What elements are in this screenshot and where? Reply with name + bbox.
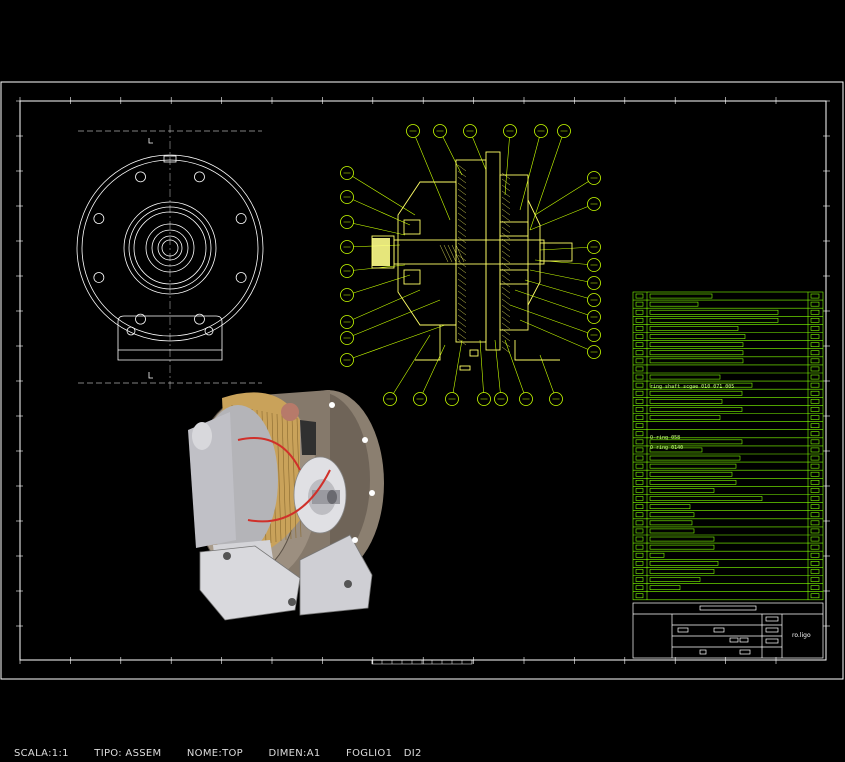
sheet-outer-border [0, 81, 844, 680]
sheet-inner-border [19, 100, 827, 661]
parts-list-table[interactable]: ring shaft scgae 010 071 005 O-ring 058 … [632, 291, 824, 601]
cad-drawing-canvas[interactable]: ring shaft scgae 010 071 005 O-ring 058 … [0, 0, 845, 762]
title-block[interactable] [632, 602, 824, 659]
parts-row-label-1: ring shaft scgae 010 071 005 [650, 384, 734, 390]
status-name: NOME:TOP [186, 748, 243, 759]
isometric-render[interactable] [188, 390, 384, 621]
status-type: TIPO: ASSEM [94, 748, 162, 759]
status-sheet-total: DI2 [403, 748, 422, 759]
parts-row-label-3: O ring 0140 [650, 445, 683, 451]
front-view[interactable] [76, 125, 264, 390]
status-scale: SCALA:1:1 [14, 748, 69, 759]
scale-strip [371, 659, 473, 665]
status-bar: SCALA:1:1 TIPO: ASSEM NOME:TOP DIMEN:A1 … [14, 748, 444, 762]
title-block-logo: ro.ligo [792, 632, 811, 639]
section-view[interactable] [340, 124, 601, 406]
parts-row-label-2: O-ring 058 [650, 435, 680, 441]
status-sheet: FOGLIO1 [346, 748, 393, 759]
status-dimension: DIMEN:A1 [268, 748, 321, 759]
